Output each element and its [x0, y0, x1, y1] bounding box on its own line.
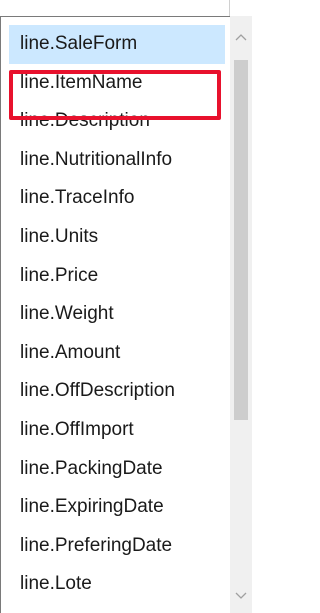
chevron-down-icon: [235, 592, 247, 599]
list-item-nutritionalinfo[interactable]: line.NutritionalInfo: [9, 141, 225, 180]
list-item-expiringdate[interactable]: line.ExpiringDate: [9, 488, 225, 527]
list-item-saleform[interactable]: line.SaleForm: [9, 25, 225, 64]
list-item-preferingdate[interactable]: line.PreferingDate: [9, 527, 225, 566]
dropdown-header: [0, 0, 252, 16]
vertical-scrollbar[interactable]: [230, 16, 252, 613]
list-items: line.SaleForm line.ItemName line.Descrip…: [9, 25, 225, 604]
list-item-offimport[interactable]: line.OffImport: [9, 411, 225, 450]
list-item-amount[interactable]: line.Amount: [9, 334, 225, 373]
scroll-down-button[interactable]: [230, 585, 252, 607]
list-item-offdescription[interactable]: line.OffDescription: [9, 372, 225, 411]
list-item-traceinfo[interactable]: line.TraceInfo: [9, 179, 225, 218]
dropdown-list[interactable]: line.SaleForm line.ItemName line.Descrip…: [0, 16, 252, 613]
chevron-up-icon: [235, 34, 247, 41]
list-item-weight[interactable]: line.Weight: [9, 295, 225, 334]
scroll-up-button[interactable]: [230, 26, 252, 48]
scroll-thumb[interactable]: [234, 60, 248, 420]
list-item-price[interactable]: line.Price: [9, 257, 225, 296]
header-divider: [229, 0, 230, 16]
list-item-itemname[interactable]: line.ItemName: [9, 64, 225, 103]
list-item-units[interactable]: line.Units: [9, 218, 225, 257]
list-item-description[interactable]: line.Description: [9, 102, 225, 141]
list-item-packingdate[interactable]: line.PackingDate: [9, 450, 225, 489]
list-item-lote[interactable]: line.Lote: [9, 565, 225, 604]
